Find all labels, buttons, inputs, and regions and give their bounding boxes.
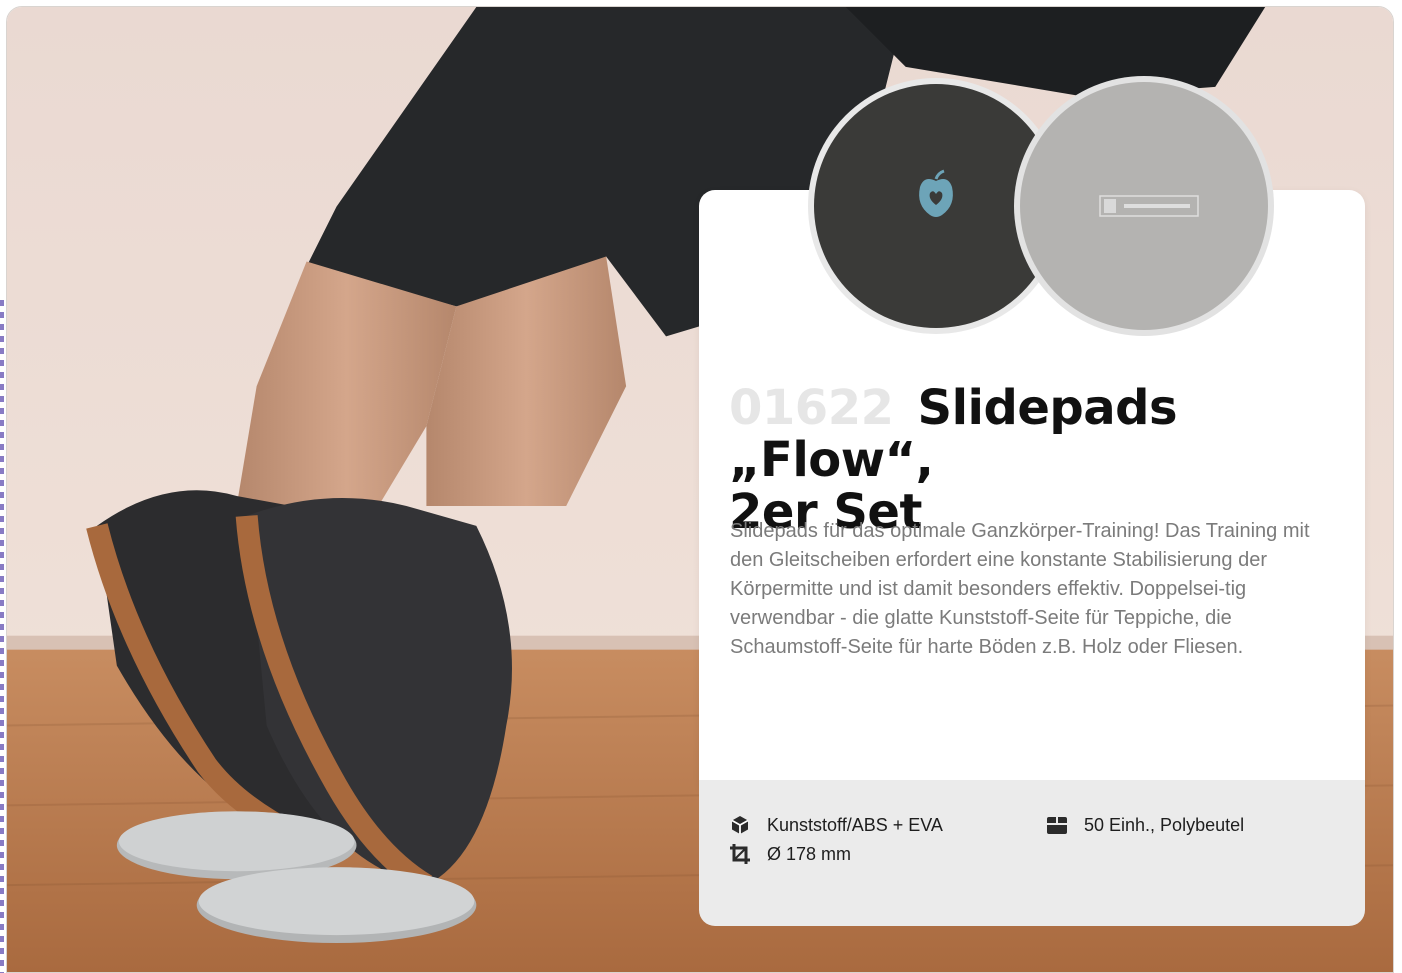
product-title: 01622 Slidepads „Flow“, 2er Set	[729, 382, 1349, 538]
spec-material: Kunststoff/ABS + EVA	[729, 814, 943, 836]
spec-packaging: 50 Einh., Polybeutel	[1046, 814, 1244, 836]
crop-icon	[729, 843, 751, 865]
product-image	[806, 76, 1276, 336]
box-icon	[1046, 814, 1068, 836]
article-number: 01622	[729, 380, 894, 436]
cube-icon	[729, 814, 751, 836]
product-description: Slidepads für das optimale Ganzkörper-Tr…	[730, 520, 1310, 658]
spec-packaging-text: 50 Einh., Polybeutel	[1084, 814, 1245, 835]
left-edge-marker	[0, 300, 4, 973]
spec-size-text: Ø 178 mm	[767, 843, 852, 864]
spec-material-text: Kunststoff/ABS + EVA	[767, 814, 943, 835]
spec-size: Ø 178 mm	[729, 843, 851, 865]
